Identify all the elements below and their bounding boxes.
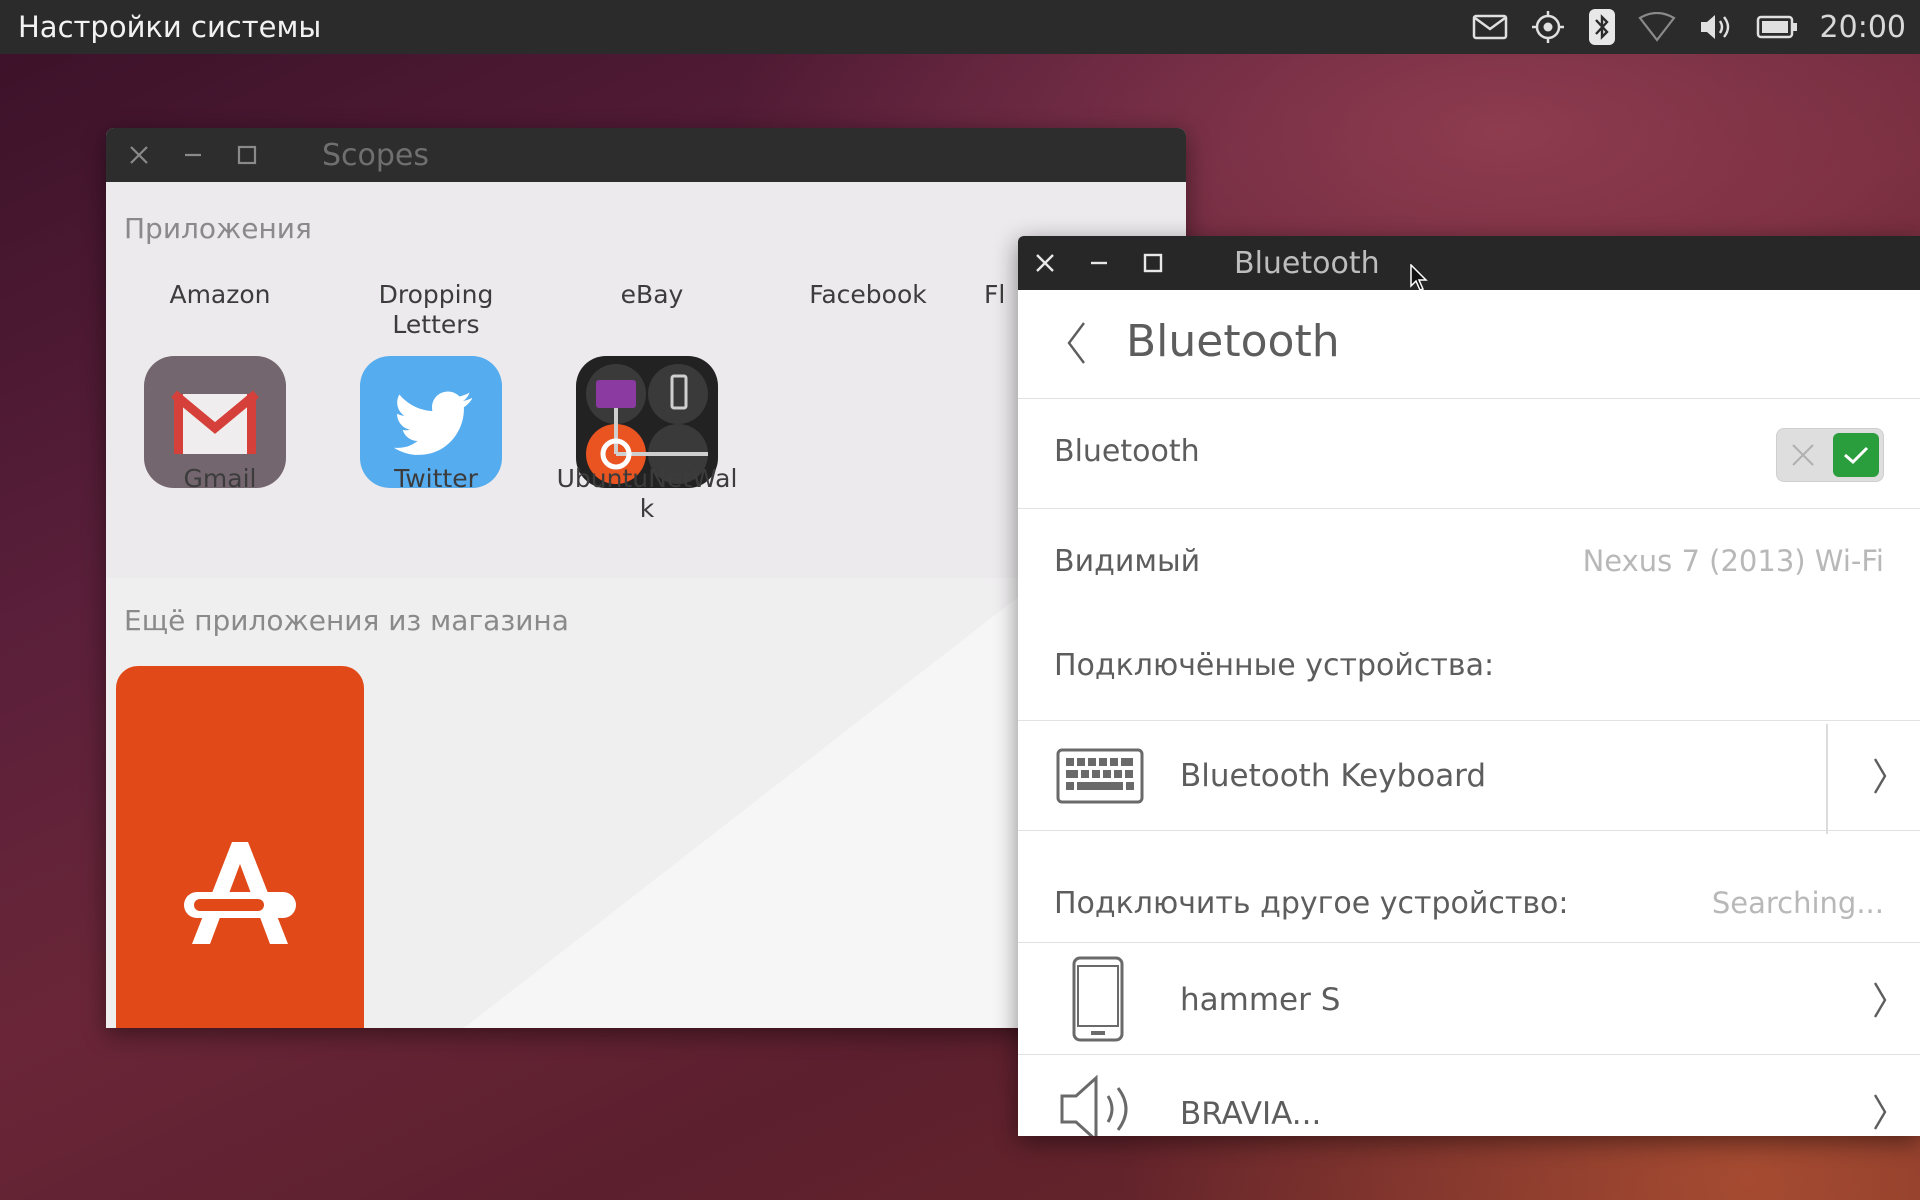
bluetooth-toggle-label: Bluetooth <box>1054 434 1200 469</box>
app-label-amazon[interactable]: Amazon <box>120 280 320 310</box>
battery-icon[interactable] <box>1756 6 1798 48</box>
top-panel: Настройки системы 20:00 <box>0 0 1920 54</box>
switch-thumb <box>1833 433 1879 477</box>
volume-icon[interactable] <box>1698 6 1734 48</box>
device-row-keyboard[interactable]: Bluetooth Keyboard <box>1018 720 1920 834</box>
searching-status: Searching... <box>1711 886 1884 920</box>
bluetooth-toggle-row: Bluetooth <box>1018 398 1920 509</box>
checkmark-icon <box>1844 446 1869 465</box>
device-details-button[interactable] <box>1872 980 1888 1024</box>
maximize-icon <box>1143 253 1163 273</box>
close-icon <box>1036 254 1054 272</box>
connected-devices-header: Подключённые устройства: <box>1018 618 1920 721</box>
app-label-ebay[interactable]: eBay <box>552 280 752 310</box>
chevron-right-icon <box>1873 1094 1887 1130</box>
app-label-dropping-letters[interactable]: Dropping Letters <box>336 280 536 340</box>
minimize-icon <box>185 153 201 157</box>
chevron-right-icon <box>1873 758 1887 794</box>
connected-devices-title: Подключённые устройства: <box>1054 648 1495 683</box>
device-name-value: Nexus 7 (2013) Wi-Fi <box>1582 544 1884 578</box>
bluetooth-icon[interactable] <box>1588 6 1616 48</box>
maximize-button[interactable] <box>1126 236 1180 290</box>
device-name: BRAVIA... <box>1180 1096 1322 1132</box>
wifi-icon[interactable] <box>1637 6 1676 48</box>
bluetooth-content: Bluetooth Bluetooth Видимый Nexus 7 (201… <box>1018 290 1920 1136</box>
app-label-twitter[interactable]: Twitter <box>336 464 536 494</box>
section-title-store: Ещё приложения из магазина <box>124 604 569 637</box>
chevron-right-icon <box>1873 982 1887 1018</box>
mouse-cursor-icon <box>1410 264 1428 291</box>
clock[interactable]: 20:00 <box>1820 10 1906 45</box>
visible-label: Видимый <box>1054 544 1201 579</box>
connect-other-header: Подключить другое устройство: Searching.… <box>1018 830 1920 943</box>
device-details-button[interactable] <box>1872 756 1888 800</box>
scopes-titlebar[interactable]: Scopes <box>106 128 1186 182</box>
chevron-left-icon <box>1067 322 1085 364</box>
close-button[interactable] <box>112 128 166 182</box>
store-card[interactable] <box>116 666 364 1028</box>
off-x-icon <box>1792 444 1814 466</box>
visible-row: Видимый Nexus 7 (2013) Wi-Fi <box>1018 508 1920 618</box>
page-title: Bluetooth <box>1126 316 1340 367</box>
phone-icon <box>1072 956 1124 1042</box>
app-label-gmail[interactable]: Gmail <box>120 464 320 494</box>
minimize-button[interactable] <box>1072 236 1126 290</box>
device-row-bravia[interactable]: BRAVIA... <box>1018 1054 1920 1136</box>
active-app-title: Настройки системы <box>18 10 322 44</box>
bluetooth-switch[interactable] <box>1776 428 1884 482</box>
close-button[interactable] <box>1018 236 1072 290</box>
maximize-icon <box>237 145 257 165</box>
connect-other-title: Подключить другое устройство: <box>1054 886 1569 921</box>
device-row-hammer-s[interactable]: hammer S <box>1018 942 1920 1055</box>
app-label-facebook[interactable]: Facebook <box>768 280 968 310</box>
location-icon[interactable] <box>1530 6 1566 48</box>
window-title: Scopes <box>322 138 430 173</box>
minimize-icon <box>1091 261 1107 265</box>
back-button[interactable] <box>1064 320 1088 370</box>
ubuntu-store-icon <box>184 842 296 944</box>
bluetooth-titlebar[interactable]: Bluetooth <box>1018 236 1920 290</box>
row-divider <box>1826 724 1828 834</box>
speaker-icon <box>1060 1074 1128 1136</box>
maximize-button[interactable] <box>220 128 274 182</box>
app-label-ubuntunetwalk[interactable]: UbuntuNetWalk <box>552 464 742 524</box>
device-name: hammer S <box>1180 982 1341 1018</box>
device-name: Bluetooth Keyboard <box>1180 758 1487 794</box>
minimize-button[interactable] <box>166 128 220 182</box>
page-header: Bluetooth <box>1018 290 1920 399</box>
close-icon <box>130 146 148 164</box>
window-title: Bluetooth <box>1234 246 1380 281</box>
device-details-button[interactable] <box>1872 1092 1888 1136</box>
mail-icon[interactable] <box>1472 6 1508 48</box>
section-title-apps: Приложения <box>124 212 312 245</box>
indicator-area: 20:00 <box>1472 6 1906 48</box>
keyboard-icon <box>1056 748 1144 804</box>
bluetooth-window: Bluetooth Bluetooth Bluetooth Видимый Ne… <box>1018 236 1920 1136</box>
